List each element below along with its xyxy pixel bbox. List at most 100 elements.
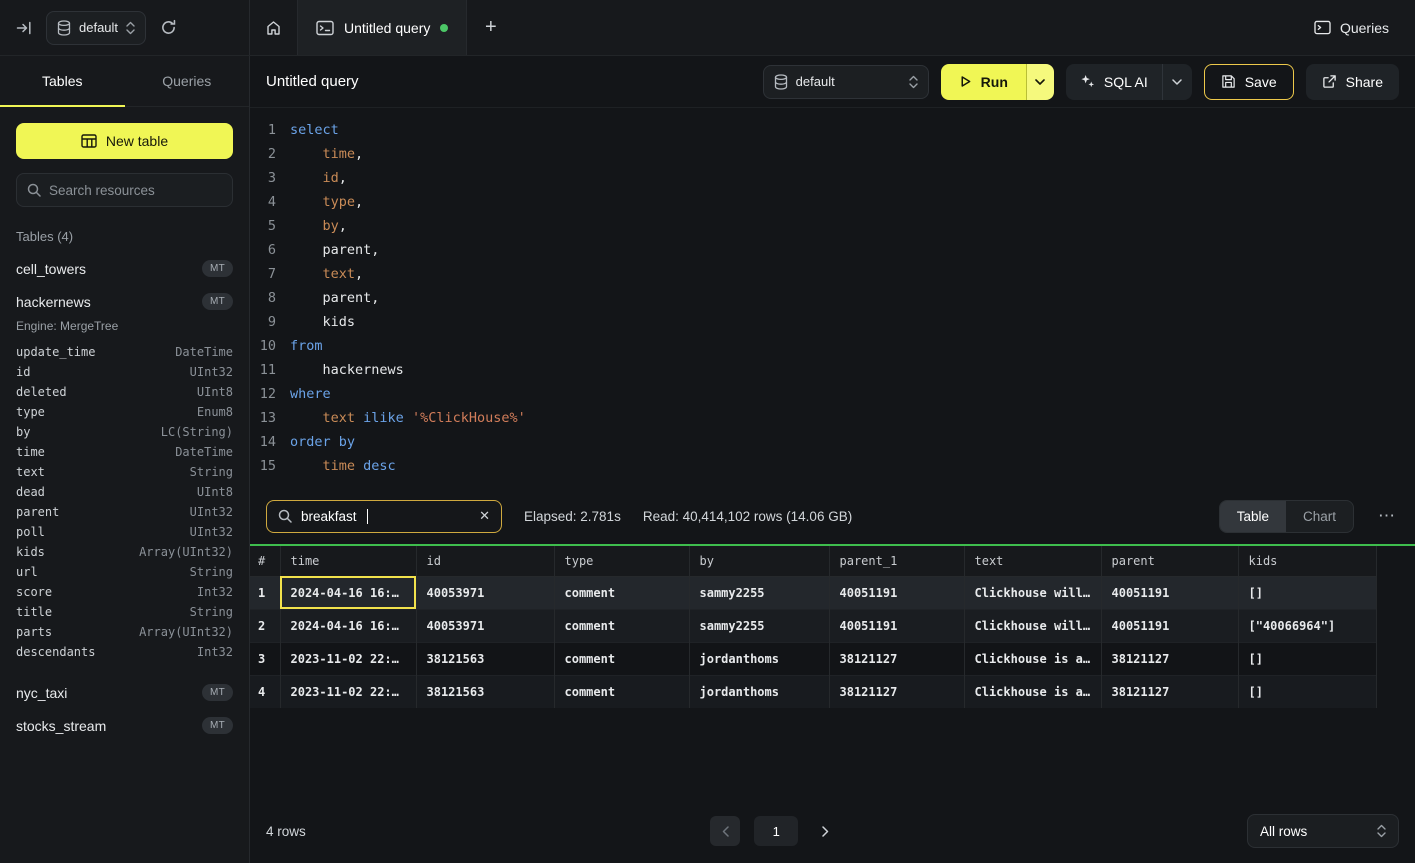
column-header[interactable]: parent <box>1101 546 1238 576</box>
column-header[interactable]: parent_1 <box>829 546 964 576</box>
sidebar-table-list: cell_towersMThackernewsMTEngine: MergeTr… <box>0 252 249 863</box>
table-cell[interactable]: 2023-11-02 22:56… <box>280 642 416 675</box>
line-number: 2 <box>250 142 276 166</box>
database-selector[interactable]: default <box>46 11 146 45</box>
table-cell[interactable]: Clickhouse will … <box>964 576 1101 609</box>
queries-button[interactable]: Queries <box>1288 0 1415 55</box>
table-cell[interactable]: Clickhouse is a … <box>964 675 1101 708</box>
table-cell[interactable]: [] <box>1238 675 1376 708</box>
sidebar-table-cell_towers[interactable]: cell_towersMT <box>16 252 233 285</box>
collapse-sidebar-button[interactable] <box>16 20 32 36</box>
table-cell[interactable]: jordanthoms <box>689 642 829 675</box>
home-tab[interactable] <box>250 0 297 55</box>
table-cell[interactable]: 38121127 <box>1101 642 1238 675</box>
sidebar-tab-queries[interactable]: Queries <box>125 56 250 106</box>
table-cell[interactable]: 38121563 <box>416 675 554 708</box>
sql-editor[interactable]: 1select2 time,3 id,4 type,5 by,6 parent,… <box>250 108 1415 488</box>
table-cell[interactable]: comment <box>554 642 689 675</box>
table-cell[interactable]: 38121127 <box>829 642 964 675</box>
table-cell[interactable]: 40051191 <box>829 576 964 609</box>
run-button[interactable]: Run <box>941 64 1026 100</box>
sidebar-table-hackernews[interactable]: hackernewsMT <box>16 285 233 318</box>
column-type: Enum8 <box>197 405 233 419</box>
table-cell[interactable]: sammy2255 <box>689 576 829 609</box>
table-cell[interactable]: comment <box>554 675 689 708</box>
column-header[interactable]: kids <box>1238 546 1376 576</box>
code-line: 8 parent, <box>250 286 1415 310</box>
new-tab-button[interactable]: + <box>467 0 514 55</box>
run-options-button[interactable] <box>1026 64 1054 100</box>
table-row[interactable]: 12024-04-16 16:24…40053971commentsammy22… <box>250 576 1376 609</box>
sidebar-table-stocks_stream[interactable]: stocks_streamMT <box>16 709 233 742</box>
table-cell[interactable]: 38121127 <box>1101 675 1238 708</box>
save-button[interactable]: Save <box>1204 64 1294 100</box>
resource-search-input[interactable] <box>49 183 222 198</box>
current-page[interactable]: 1 <box>754 816 798 846</box>
topbar-tabs: Untitled query + <box>250 0 1288 55</box>
table-name: stocks_stream <box>16 718 106 734</box>
table-cell[interactable]: jordanthoms <box>689 675 829 708</box>
table-cell[interactable]: 2024-04-16 16:24… <box>280 576 416 609</box>
query-database-selector[interactable]: default <box>763 65 929 99</box>
table-row[interactable]: 42023-11-02 22:56…38121563commentjordant… <box>250 675 1376 708</box>
table-cell[interactable]: 40051191 <box>1101 609 1238 642</box>
next-page-button[interactable] <box>812 816 838 846</box>
page-size-value: All rows <box>1260 824 1307 839</box>
code-text: select <box>276 118 339 142</box>
column-header[interactable]: time <box>280 546 416 576</box>
query-tab-active[interactable]: Untitled query <box>297 0 467 55</box>
chevron-down-icon <box>1172 79 1182 85</box>
share-button[interactable]: Share <box>1306 64 1399 100</box>
view-chart-button[interactable]: Chart <box>1286 501 1353 532</box>
table-cell[interactable]: 2024-04-16 16:24… <box>280 609 416 642</box>
column-header[interactable]: type <box>554 546 689 576</box>
table-cell[interactable]: Clickhouse will … <box>964 609 1101 642</box>
new-table-button[interactable]: New table <box>16 123 233 159</box>
table-cell[interactable]: comment <box>554 609 689 642</box>
view-table-button[interactable]: Table <box>1220 501 1286 532</box>
sql-ai-options-button[interactable] <box>1162 64 1192 100</box>
row-number: 1 <box>250 576 280 609</box>
body: Tables Queries New table Tables (4) cell… <box>0 56 1415 863</box>
column-header[interactable]: by <box>689 546 829 576</box>
page-size-selector[interactable]: All rows <box>1247 814 1399 848</box>
column-row: urlString <box>16 562 233 582</box>
table-cell[interactable]: [] <box>1238 576 1376 609</box>
table-name: nyc_taxi <box>16 685 67 701</box>
line-number: 4 <box>250 190 276 214</box>
column-type: Int32 <box>197 585 233 599</box>
results-footer: 4 rows 1 All rows <box>250 799 1415 863</box>
table-cell[interactable]: ["40066964"] <box>1238 609 1376 642</box>
table-cell[interactable]: 38121563 <box>416 642 554 675</box>
table-cell[interactable]: [] <box>1238 642 1376 675</box>
table-row[interactable]: 22024-04-16 16:24…40053971commentsammy22… <box>250 609 1376 642</box>
sidebar-tab-tables[interactable]: Tables <box>0 56 125 106</box>
table-cell[interactable]: 40053971 <box>416 576 554 609</box>
sql-ai-button[interactable]: SQL AI <box>1066 74 1162 90</box>
table-cell[interactable]: 2023-11-02 22:56… <box>280 675 416 708</box>
sidebar-table-nyc_taxi[interactable]: nyc_taxiMT <box>16 676 233 709</box>
more-options-button[interactable]: ⋯ <box>1376 506 1399 526</box>
table-cell[interactable]: 40053971 <box>416 609 554 642</box>
code-text: parent, <box>276 286 379 310</box>
results-table: #timeidtypebyparent_1textparentkids 1202… <box>250 546 1377 708</box>
code-line: 6 parent, <box>250 238 1415 262</box>
column-type: String <box>190 465 233 479</box>
code-line: 12where <box>250 382 1415 406</box>
clear-search-button[interactable]: ✕ <box>479 508 490 524</box>
column-header[interactable]: # <box>250 546 280 576</box>
table-row[interactable]: 32023-11-02 22:56…38121563commentjordant… <box>250 642 1376 675</box>
column-header[interactable]: text <box>964 546 1101 576</box>
table-cell[interactable]: Clickhouse is a … <box>964 642 1101 675</box>
table-cell[interactable]: comment <box>554 576 689 609</box>
code-text: order by <box>276 430 355 454</box>
results-search-input[interactable]: breakfast ✕ <box>266 500 502 533</box>
refresh-button[interactable] <box>160 19 177 36</box>
table-cell[interactable]: 40051191 <box>829 609 964 642</box>
table-cell[interactable]: 40051191 <box>1101 576 1238 609</box>
prev-page-button[interactable] <box>710 816 740 846</box>
column-header[interactable]: id <box>416 546 554 576</box>
table-cell[interactable]: sammy2255 <box>689 609 829 642</box>
code-line: 7 text, <box>250 262 1415 286</box>
table-cell[interactable]: 38121127 <box>829 675 964 708</box>
